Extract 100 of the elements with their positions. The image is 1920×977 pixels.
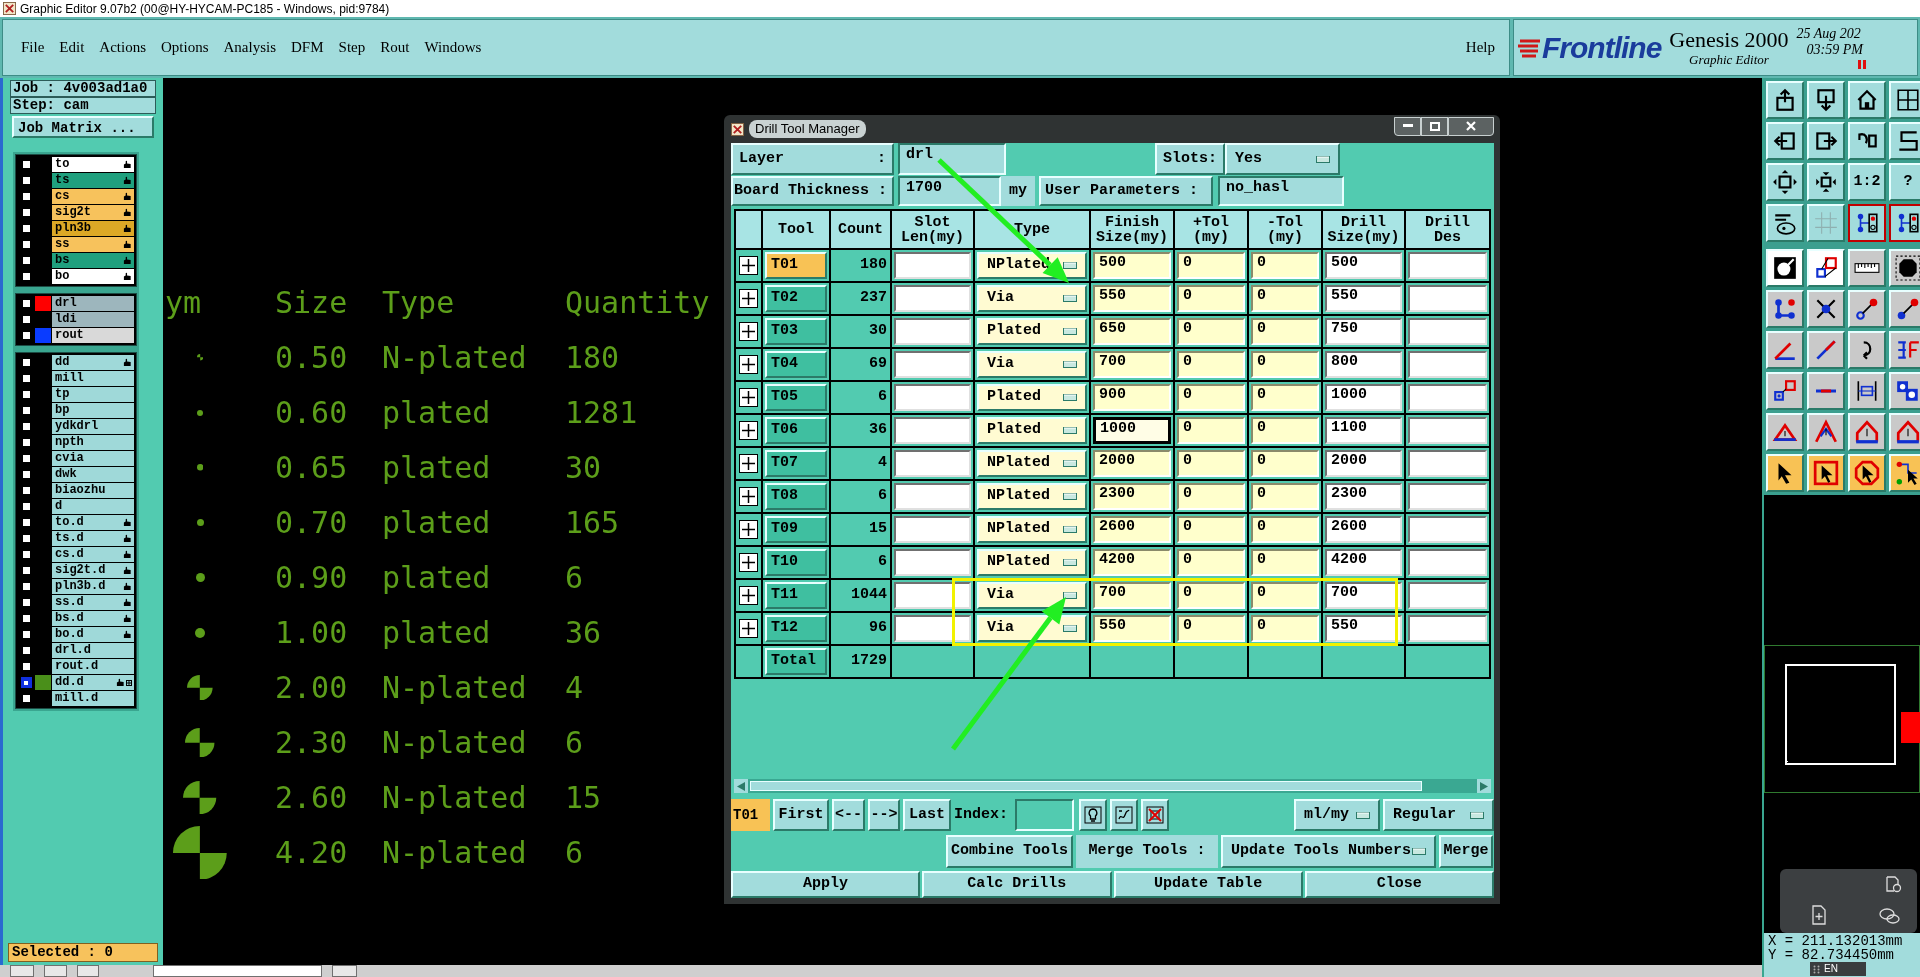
input-field[interactable]: 2000	[1325, 450, 1402, 477]
checkbox[interactable]	[20, 581, 32, 592]
input-field[interactable]: 0	[1177, 417, 1245, 444]
layer-item[interactable]: rout.d	[52, 659, 134, 674]
type-dropdown[interactable]: NPlated	[977, 483, 1087, 510]
input-field[interactable]: 0	[1251, 285, 1319, 312]
input-field[interactable]: 500	[1325, 252, 1402, 279]
checkbox[interactable]	[20, 298, 32, 309]
layer-item[interactable]: dwk	[52, 467, 134, 482]
tool-button[interactable]: T10	[765, 549, 827, 576]
layer-item[interactable]: ss.d	[52, 595, 134, 610]
input-field[interactable]: 2300	[1325, 483, 1402, 510]
nav-button[interactable]: -->	[868, 799, 900, 831]
layer-item[interactable]: ldi	[52, 312, 134, 327]
mode-dropdown[interactable]: Regular	[1383, 799, 1494, 831]
input-field[interactable]: 650	[1093, 318, 1171, 345]
checkbox[interactable]	[20, 191, 32, 202]
layer-item[interactable]: npth	[52, 435, 134, 450]
input-field[interactable]	[894, 285, 971, 312]
layer-item[interactable]: biaozhu	[52, 483, 134, 498]
checkbox[interactable]	[20, 373, 32, 384]
layer-item[interactable]: ss	[52, 237, 134, 252]
input-field[interactable]	[1408, 450, 1487, 477]
close-button[interactable]	[1448, 116, 1494, 136]
input-field[interactable]	[894, 384, 971, 411]
tool-button[interactable]: T05	[765, 384, 827, 411]
input-field[interactable]: 0	[1251, 252, 1319, 279]
graph-button[interactable]	[1110, 799, 1138, 831]
checkbox[interactable]	[20, 485, 32, 496]
horizontal-scrollbar[interactable]	[734, 779, 1491, 793]
scroll-right-button[interactable]	[1477, 779, 1491, 793]
input-field[interactable]: 0	[1251, 384, 1319, 411]
input-field[interactable]: 4200	[1325, 549, 1402, 576]
checkbox[interactable]	[20, 223, 32, 234]
layer-item[interactable]: to.d	[52, 515, 134, 530]
input-field[interactable]	[894, 351, 971, 378]
input-field[interactable]: 550	[1093, 615, 1171, 642]
input-field[interactable]: 750	[1325, 318, 1402, 345]
menu-item[interactable]: Rout	[380, 36, 410, 59]
menu-item[interactable]: Options	[161, 36, 209, 59]
input-field[interactable]: 700	[1093, 582, 1171, 609]
input-field[interactable]	[894, 483, 971, 510]
input-field[interactable]: 2600	[1325, 516, 1402, 543]
input-field[interactable]	[894, 549, 971, 576]
delete-button[interactable]	[1141, 799, 1169, 831]
input-field[interactable]: 550	[1093, 285, 1171, 312]
type-dropdown[interactable]: Via	[977, 285, 1087, 312]
input-field[interactable]: 0	[1251, 351, 1319, 378]
input-field[interactable]: 0	[1177, 516, 1245, 543]
plus-button[interactable]	[739, 487, 758, 506]
checkbox[interactable]	[20, 239, 32, 250]
status-button[interactable]	[10, 965, 34, 977]
input-field[interactable]: 0	[1177, 483, 1245, 510]
action-button[interactable]: Apply	[731, 871, 921, 898]
checkbox[interactable]	[20, 549, 32, 560]
input-field[interactable]: 0	[1251, 318, 1319, 345]
merge-button[interactable]: Merge	[1439, 835, 1493, 868]
checkbox[interactable]	[20, 501, 32, 512]
checkbox[interactable]	[20, 389, 32, 400]
input-field[interactable]	[1408, 252, 1487, 279]
status-button[interactable]	[77, 965, 99, 977]
layer-item[interactable]: cs.d	[52, 547, 134, 562]
checkbox[interactable]	[20, 629, 32, 640]
input-field[interactable]: 0	[1177, 549, 1245, 576]
tool-button[interactable]: T03	[765, 318, 827, 345]
type-dropdown[interactable]: Via	[977, 582, 1087, 609]
type-dropdown[interactable]: NPlated	[977, 450, 1087, 477]
layer-item[interactable]: ts	[52, 173, 134, 188]
menu-item[interactable]: Step	[338, 36, 366, 59]
job-matrix-button[interactable]: Job Matrix ...	[12, 116, 154, 138]
input-field[interactable]	[1408, 318, 1487, 345]
input-field[interactable]	[894, 582, 971, 609]
menu-item[interactable]: File	[21, 36, 45, 59]
plus-button[interactable]	[739, 421, 758, 440]
input-field[interactable]: 550	[1325, 615, 1402, 642]
input-field[interactable]: 0	[1251, 615, 1319, 642]
action-button[interactable]: Calc Drills	[922, 871, 1112, 898]
type-dropdown[interactable]: Via	[977, 615, 1087, 642]
input-field[interactable]	[1408, 351, 1487, 378]
layer-item[interactable]: pln3b.d	[52, 579, 134, 594]
input-indicator[interactable]: EN	[1810, 962, 1866, 976]
checkbox[interactable]	[20, 677, 32, 688]
input-field[interactable]: 550	[1325, 285, 1402, 312]
tool-button[interactable]: T12	[765, 615, 827, 642]
checkbox[interactable]	[20, 405, 32, 416]
nav-button[interactable]: Last	[903, 799, 951, 831]
menu-item[interactable]: DFM	[291, 36, 324, 59]
combine-tools-button[interactable]: Combine Tools	[946, 835, 1073, 868]
layer-item[interactable]: bo.d	[52, 627, 134, 642]
plus-button[interactable]	[739, 355, 758, 374]
input-field[interactable]: 0	[1251, 450, 1319, 477]
checkbox[interactable]	[20, 533, 32, 544]
type-dropdown[interactable]: Plated	[977, 384, 1087, 411]
checkbox[interactable]	[20, 175, 32, 186]
layer-item[interactable]: pln3b	[52, 221, 134, 236]
input-field[interactable]: 0	[1251, 549, 1319, 576]
layer-item[interactable]: drl	[52, 296, 134, 311]
type-dropdown[interactable]: Plated	[977, 318, 1087, 345]
input-field[interactable]: 900	[1093, 384, 1171, 411]
layer-item[interactable]: dd.d	[52, 675, 134, 690]
